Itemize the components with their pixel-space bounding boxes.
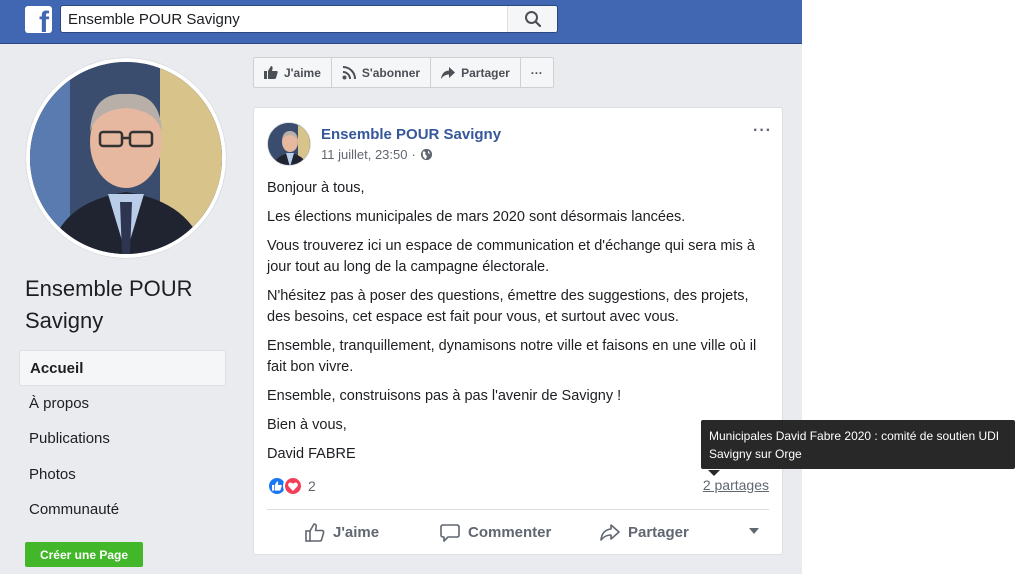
- share-arrow-icon: [441, 66, 456, 79]
- post-share-button[interactable]: Partager: [600, 524, 689, 541]
- create-page-button[interactable]: Créer une Page: [25, 542, 143, 567]
- search-button[interactable]: [507, 6, 557, 32]
- page-like-button[interactable]: J'aime: [254, 58, 332, 87]
- page-action-bar: J'aime S'abonner Partager ···: [253, 57, 554, 88]
- page-nav: Accueil À propos Publications Photos Com…: [19, 350, 226, 528]
- author-avatar-illustration: [268, 123, 310, 165]
- page-share-button[interactable]: Partager: [431, 58, 521, 87]
- reactions-summary[interactable]: 2: [267, 476, 316, 496]
- comment-icon: [440, 523, 460, 542]
- post-paragraph: Bonjour à tous,: [267, 180, 365, 196]
- nav-item-communaute[interactable]: Communauté: [19, 492, 226, 528]
- chevron-down-icon[interactable]: [749, 528, 759, 534]
- post-like-button[interactable]: J'aime: [305, 522, 380, 542]
- nav-item-publications[interactable]: Publications: [19, 421, 226, 457]
- post-author-avatar[interactable]: [267, 122, 311, 166]
- globe-icon: [420, 148, 432, 161]
- search-bar[interactable]: Ensemble POUR Savigny: [60, 5, 558, 33]
- post-paragraph: Vous trouverez ici un espace de communic…: [267, 238, 755, 275]
- post-share-label: Partager: [628, 523, 689, 541]
- search-icon: [524, 11, 541, 28]
- nav-item-a-propos[interactable]: À propos: [19, 386, 226, 422]
- left-sidebar: Ensemble POUR Savigny Accueil À propos P…: [0, 44, 240, 574]
- post-paragraph: Bien à vous,: [267, 417, 347, 433]
- tooltip-arrow: [708, 470, 720, 476]
- share-outline-icon: [600, 523, 620, 541]
- thumbs-up-outline-icon: [305, 522, 325, 542]
- post-paragraph: Ensemble, construisons pas à pas l'aveni…: [267, 388, 622, 404]
- reaction-count: 2: [308, 478, 316, 494]
- nav-item-accueil[interactable]: Accueil: [19, 350, 226, 386]
- main-content: J'aime S'abonner Partager ··· Ensemble P…: [240, 44, 802, 574]
- more-options-button[interactable]: ···: [521, 58, 553, 87]
- post-author-name[interactable]: Ensemble POUR Savigny: [321, 126, 501, 143]
- nav-item-photos[interactable]: Photos: [19, 457, 226, 493]
- post-card: Ensemble POUR Savigny 11 juillet, 23:50 …: [253, 107, 783, 555]
- post-timestamp[interactable]: 11 juillet, 23:50: [321, 147, 408, 162]
- rss-icon: [342, 65, 356, 79]
- post-paragraph: Les élections municipales de mars 2020 s…: [267, 209, 686, 225]
- facebook-logo-icon[interactable]: f: [25, 6, 52, 33]
- comment-button[interactable]: Commenter: [440, 523, 551, 542]
- search-input[interactable]: Ensemble POUR Savigny: [68, 11, 240, 28]
- post-meta: 11 juillet, 23:50 ·: [321, 147, 433, 162]
- post-paragraph: David FABRE: [267, 446, 356, 462]
- meta-separator: ·: [411, 147, 416, 162]
- comment-label: Commenter: [468, 523, 552, 541]
- top-bar: f Ensemble POUR Savigny: [0, 0, 802, 44]
- divider: [267, 509, 769, 510]
- post-action-bar: J'aime Commenter Partager: [267, 514, 769, 550]
- profile-picture[interactable]: [26, 58, 226, 258]
- page-share-label: Partager: [461, 65, 510, 80]
- follow-label: S'abonner: [361, 65, 421, 80]
- post-text: Bonjour à tous, Les élections municipale…: [267, 178, 767, 473]
- shares-link[interactable]: 2 partages: [703, 477, 769, 493]
- profile-photo-illustration: [30, 62, 222, 254]
- page-title: Ensemble POUR Savigny: [25, 276, 193, 333]
- love-reaction-icon: [283, 476, 303, 496]
- post-options-button[interactable]: ···: [753, 122, 772, 140]
- share-tooltip: Municipales David Fabre 2020 : comité de…: [701, 420, 1015, 469]
- follow-button[interactable]: S'abonner: [332, 58, 432, 87]
- post-paragraph: Ensemble, tranquillement, dynamisons not…: [267, 338, 757, 375]
- more-icon: ···: [530, 65, 543, 80]
- page-like-label: J'aime: [284, 65, 321, 80]
- right-blank-area: [802, 0, 1024, 574]
- post-like-label: J'aime: [333, 523, 380, 541]
- post-paragraph: N'hésitez pas à poser des questions, éme…: [267, 288, 749, 325]
- thumbs-up-icon: [264, 66, 278, 79]
